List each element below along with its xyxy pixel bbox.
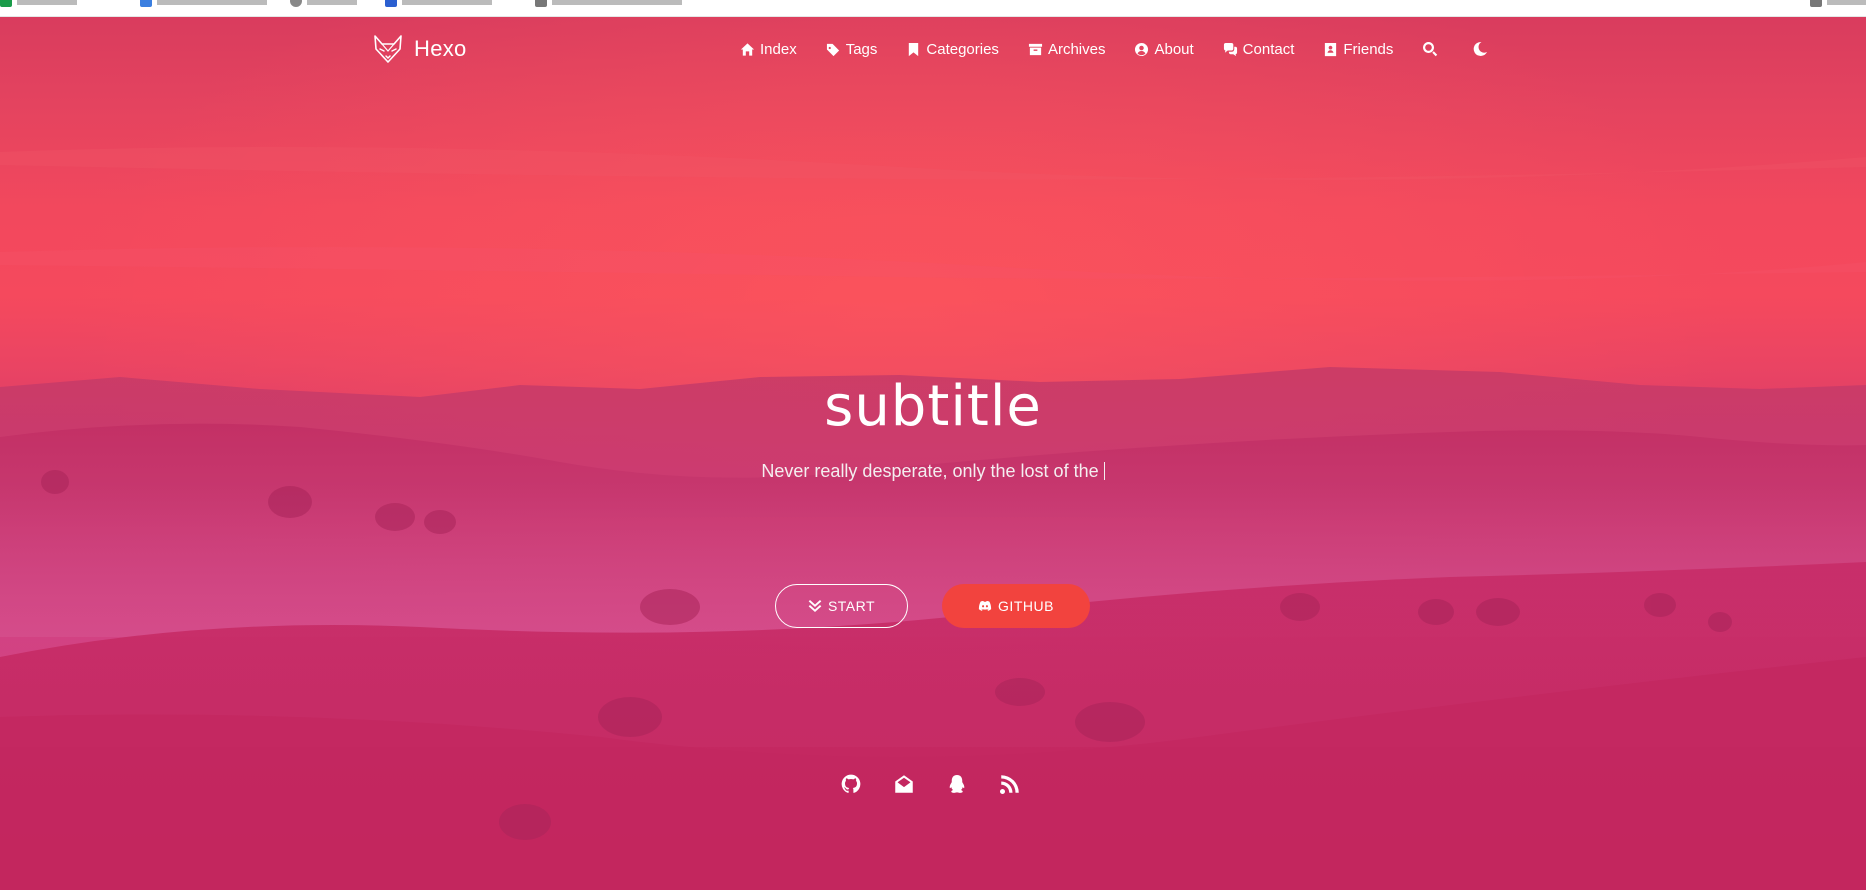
tags-icon bbox=[826, 43, 839, 56]
nav-item-label: Contact bbox=[1242, 40, 1295, 58]
hero-title: subtitle bbox=[824, 374, 1042, 439]
main-nav: Index Tags Categories Archives About Con… bbox=[740, 39, 1522, 59]
typing-cursor bbox=[1103, 462, 1105, 480]
dark-mode-toggle[interactable] bbox=[1472, 41, 1488, 57]
rss-icon bbox=[1000, 775, 1019, 794]
fox-logo-icon bbox=[374, 35, 402, 63]
social-qq-link[interactable] bbox=[946, 773, 968, 795]
github-button[interactable]: GITHUB bbox=[942, 584, 1090, 628]
hero-tagline: Never really desperate, only the lost of… bbox=[0, 461, 1866, 482]
bookmark-icon bbox=[909, 42, 919, 56]
search-button[interactable] bbox=[1422, 41, 1438, 57]
nav-item-categories[interactable]: Categories bbox=[906, 41, 999, 58]
nav-item-label: Categories bbox=[926, 40, 999, 58]
bookmark-item[interactable] bbox=[385, 0, 492, 8]
nav-item-label: Tags bbox=[845, 40, 878, 58]
start-button-label: START bbox=[827, 598, 876, 614]
nav-item-label: Index bbox=[760, 40, 797, 58]
top-navbar: Hexo Index Tags Categories Archives Abou… bbox=[0, 17, 1866, 81]
tagline-text: Never really desperate, only the lost of… bbox=[761, 461, 1099, 481]
user-circle-icon bbox=[1135, 42, 1149, 56]
bookmark-item[interactable] bbox=[1810, 0, 1866, 8]
envelope-open-icon bbox=[895, 775, 913, 793]
qq-icon bbox=[949, 775, 965, 793]
social-rss-link[interactable] bbox=[999, 773, 1021, 795]
social-github-link[interactable] bbox=[840, 773, 862, 795]
nav-item-label: About bbox=[1154, 40, 1194, 58]
nav-item-contact[interactable]: Contact bbox=[1223, 40, 1295, 58]
address-book-icon bbox=[1325, 42, 1337, 56]
double-chevron-down-icon bbox=[808, 600, 822, 612]
bookmark-item[interactable] bbox=[140, 0, 267, 8]
bookmark-item[interactable] bbox=[290, 0, 357, 8]
bookmark-item[interactable] bbox=[535, 0, 682, 8]
discord-icon bbox=[978, 600, 992, 611]
archive-icon bbox=[1028, 43, 1042, 55]
bookmark-item[interactable] bbox=[0, 0, 77, 8]
nav-item-label: Friends bbox=[1343, 40, 1394, 58]
hero-background-image bbox=[0, 17, 1866, 890]
moon-icon bbox=[1474, 41, 1488, 56]
nav-item-friends[interactable]: Friends bbox=[1323, 41, 1393, 58]
nav-item-index[interactable]: Index bbox=[740, 41, 797, 58]
nav-item-archives[interactable]: Archives bbox=[1028, 40, 1106, 58]
social-links bbox=[840, 773, 1021, 795]
brand-logo-link[interactable]: Hexo bbox=[372, 33, 467, 65]
start-button[interactable]: START bbox=[775, 584, 908, 628]
github-button-label: GITHUB bbox=[998, 598, 1054, 614]
social-email-link[interactable] bbox=[893, 773, 915, 795]
comments-icon bbox=[1223, 42, 1237, 56]
nav-item-tags[interactable]: Tags bbox=[826, 40, 878, 58]
nav-item-label: Archives bbox=[1047, 40, 1106, 58]
nav-item-about[interactable]: About bbox=[1134, 40, 1194, 58]
search-icon bbox=[1423, 42, 1438, 57]
browser-bookmarks-bar bbox=[0, 0, 1866, 17]
github-icon bbox=[841, 774, 861, 793]
home-icon bbox=[740, 42, 755, 56]
brand-name: Hexo bbox=[414, 36, 467, 61]
hero-section: Hexo Index Tags Categories Archives Abou… bbox=[0, 17, 1866, 890]
